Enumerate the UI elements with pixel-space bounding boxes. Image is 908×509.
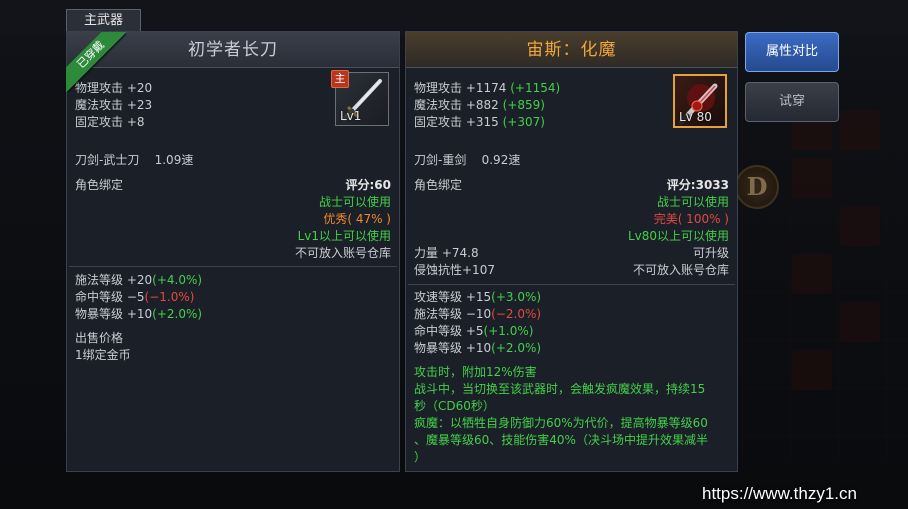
sell-price: 出售价格 1绑定金币: [75, 330, 391, 364]
divider: [69, 266, 397, 267]
bind-label: 角色绑定: [75, 178, 124, 192]
compare-attributes-button[interactable]: 属性对比: [745, 32, 839, 72]
compared-item-tooltip: 宙斯：化魔 Lv 80 物理攻击 +1174 (+1154) 魔法攻击 +882…: [405, 31, 738, 472]
stat-line: 固定攻击 +315 (+307): [414, 115, 545, 129]
extra-stat-line: 施法等级 −10(−2.0%): [414, 307, 542, 321]
weapon-type: 刀剑-武士刀: [75, 153, 140, 167]
extra-stat-line: 施法等级 +20(+4.0%): [75, 273, 203, 287]
extra-stat-line: 物暴等级 +10(+2.0%): [414, 341, 542, 355]
extra-stat-line: 命中等级 −5(−1.0%): [75, 290, 195, 304]
extra-stat-line: 物暴等级 +10(+2.0%): [75, 307, 203, 321]
weapon-type-line: 刀剑-重剑 0.92速: [414, 152, 729, 169]
score: 评分:3033: [666, 178, 729, 192]
weapon-type: 刀剑-重剑: [414, 153, 467, 167]
corrosion-stat: 侵蚀抗性+107: [414, 263, 495, 277]
bind-label: 角色绑定: [414, 178, 463, 192]
weapon-speed: 1.09速: [154, 153, 194, 167]
effect-line: ）: [414, 450, 427, 464]
weapon-type-line: 刀剑-武士刀 1.09速: [75, 152, 391, 169]
sell-label: 出售价格: [75, 331, 124, 345]
special-effect-text: 攻击时，附加12%伤害 战斗中，当切换至该武器时，会触发疯魔效果，持续15 秒（…: [414, 364, 729, 466]
item-title: 宙斯：化魔: [406, 32, 737, 68]
quality: 优秀( 47% ): [323, 212, 391, 226]
binding-block: 角色绑定 评分:3033 战士可以使用 完美( 100% ) Lv80以上可以使…: [414, 177, 729, 279]
effect-line: 战斗中，当切换至该武器时，会触发疯魔效果，持续15: [414, 382, 706, 396]
try-on-button[interactable]: 试穿: [745, 82, 839, 122]
effect-line: 疯魔：以牺牲自身防御力60%为代价，提高物暴等级60: [414, 416, 708, 430]
equipped-ribbon: 已穿戴: [66, 32, 126, 92]
extra-stats: 施法等级 +20(+4.0%) 命中等级 −5(−1.0%) 物暴等级 +10(…: [75, 272, 391, 323]
extra-stats: 攻速等级 +15(+3.0%) 施法等级 −10(−2.0%) 命中等级 +5(…: [414, 289, 729, 357]
equipped-item-tooltip: 已穿戴 初学者长刀 Lv1 主 物理攻击 +20 魔法攻击 +23 固定攻击 +…: [66, 31, 400, 472]
score: 评分:60: [345, 178, 392, 192]
stat-line: 物理攻击 +1174 (+1154): [414, 81, 561, 95]
stat-line: 固定攻击 +8: [75, 115, 145, 129]
class-requirement: 战士可以使用: [318, 195, 391, 209]
effect-line: 攻击时，附加12%伤害: [414, 365, 537, 379]
power-stat: 力量 +74.8: [414, 246, 479, 260]
extra-stat-line: 攻速等级 +15(+3.0%): [414, 290, 542, 304]
weapon-speed: 0.92速: [481, 153, 521, 167]
stat-line: 魔法攻击 +23: [75, 98, 153, 112]
quality: 完美( 100% ): [653, 212, 729, 226]
level-requirement: Lv80以上可以使用: [627, 229, 729, 243]
class-requirement: 战士可以使用: [656, 195, 729, 209]
stat-line: 魔法攻击 +882 (+859): [414, 98, 545, 112]
sell-value: 1绑定金币: [75, 348, 131, 362]
equipped-ribbon-label: 已穿戴: [66, 32, 126, 92]
storage-note: 不可放入账号仓库: [294, 246, 391, 260]
divider: [408, 284, 735, 285]
site-watermark: https://www.thzy1.cn: [702, 484, 857, 503]
level-requirement: Lv1以上可以使用: [297, 229, 391, 243]
extra-stat-line: 命中等级 +5(+1.0%): [414, 324, 534, 338]
tab-main-weapon[interactable]: 主武器: [66, 9, 141, 33]
effect-line: 秒（CD60秒）: [414, 399, 495, 413]
base-stats: 物理攻击 +1174 (+1154) 魔法攻击 +882 (+859) 固定攻击…: [414, 80, 729, 131]
upgradable-note: 可升级: [692, 246, 729, 260]
storage-note: 不可放入账号仓库: [632, 263, 729, 277]
effect-line: 、魔暴等级60、技能伤害40%（决斗场中提升效果减半: [414, 433, 708, 447]
binding-block: 角色绑定 评分:60 战士可以使用 优秀( 47% ) Lv1以上可以使用 不可…: [75, 177, 391, 262]
